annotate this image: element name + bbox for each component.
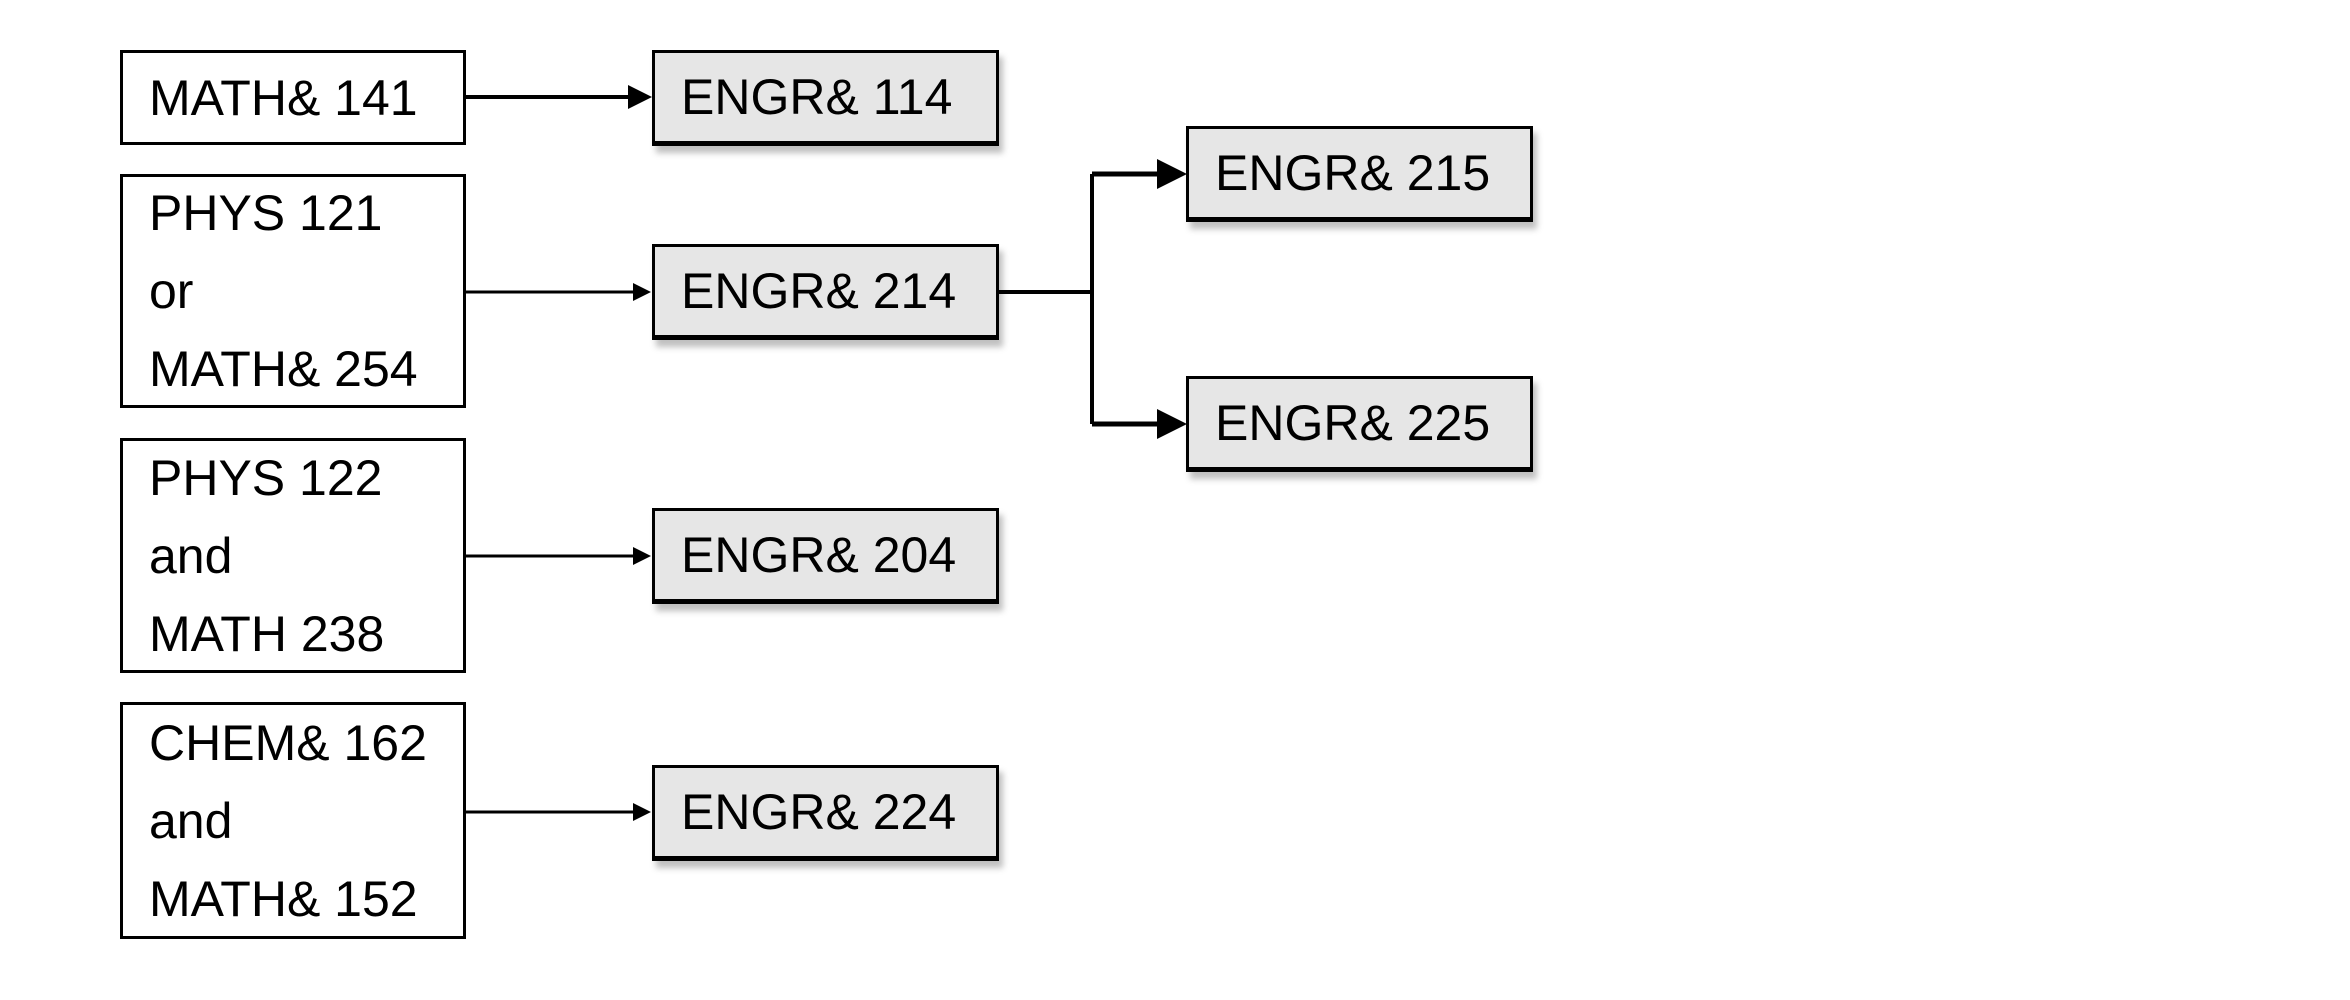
prereq-chem162-and-math152: CHEM& 162 and MATH& 152: [120, 702, 466, 939]
prereq-line: or: [149, 263, 194, 319]
prereq-line: and: [149, 792, 233, 849]
prereq-line: MATH& 152: [149, 870, 418, 927]
branch-engr214: [999, 174, 1094, 424]
course-label: ENGR& 225: [1215, 395, 1491, 451]
prereq-line: CHEM& 162: [149, 714, 427, 771]
prereq-line: PHYS 121: [149, 185, 383, 241]
prereq-math141: MATH& 141: [120, 50, 466, 145]
course-label: ENGR& 224: [681, 784, 957, 840]
course-label: ENGR& 114: [681, 69, 953, 125]
prereq-line: MATH& 141: [149, 69, 418, 126]
prereq-phys122-and-math238: PHYS 122 and MATH 238: [120, 438, 466, 673]
course-label: ENGR& 214: [681, 263, 957, 319]
prereq-line: and: [149, 527, 233, 584]
course-engr214: ENGR& 214: [652, 244, 999, 340]
prereq-line: MATH 238: [149, 605, 385, 662]
course-engr114: ENGR& 114: [652, 50, 999, 146]
prereq-line: PHYS 122: [149, 449, 383, 506]
course-engr224: ENGR& 224: [652, 765, 999, 861]
course-engr225: ENGR& 225: [1186, 376, 1533, 472]
course-label: ENGR& 215: [1215, 145, 1491, 201]
prereq-line: MATH& 254: [149, 341, 418, 397]
course-label: ENGR& 204: [681, 527, 957, 583]
prereq-phys121-or-math254: PHYS 121 or MATH& 254: [120, 174, 466, 408]
course-engr204: ENGR& 204: [652, 508, 999, 604]
course-engr215: ENGR& 215: [1186, 126, 1533, 222]
